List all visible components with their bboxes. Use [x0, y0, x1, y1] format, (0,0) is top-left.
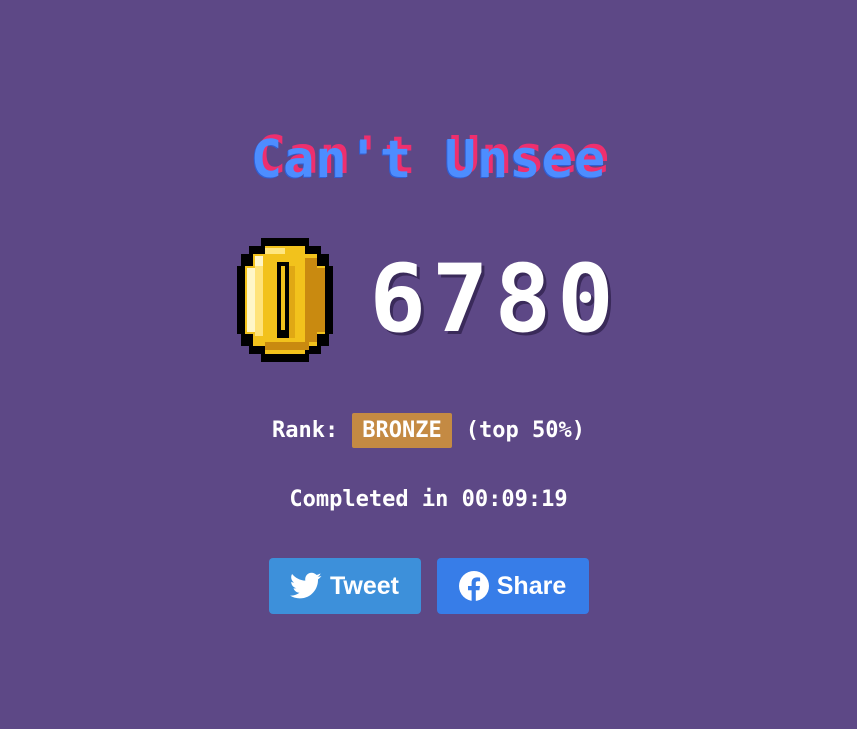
tweet-button[interactable]: Tweet	[268, 558, 421, 614]
twitter-bird-icon	[290, 572, 322, 599]
facebook-share-button[interactable]: Share	[436, 558, 589, 614]
coin-icon	[237, 238, 334, 362]
score-row: 6780	[0, 238, 857, 362]
share-buttons: Tweet Share	[0, 558, 857, 614]
rank-row: Rank: BRONZE (top 50%)	[0, 410, 857, 450]
score-value: 6780	[369, 245, 620, 354]
game-title: Can't Unsee	[250, 130, 607, 190]
game-over-screen: Can't Unsee 6780 Rank: BRONZE (top 50%) …	[0, 0, 857, 729]
facebook-icon	[458, 571, 489, 601]
completion-time: Completed in 00:09:19	[289, 487, 568, 512]
tweet-label: Tweet	[330, 571, 399, 600]
rank-badge: BRONZE	[352, 412, 452, 448]
rank-percentile: (top 50%)	[465, 417, 585, 443]
rank-label: Rank:	[272, 417, 339, 443]
share-label: Share	[496, 571, 567, 600]
